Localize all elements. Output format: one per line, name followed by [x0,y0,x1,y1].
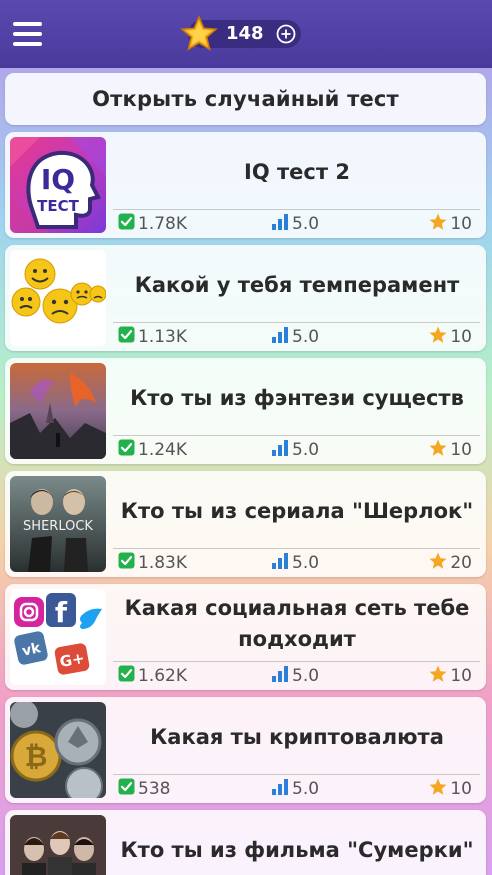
plays-value: 1.24K [138,440,187,460]
svg-text:₿: ₿ [25,740,48,773]
rating-value: 5.0 [292,214,320,234]
plays-count: 1.78K [118,213,187,235]
check-icon [118,213,138,235]
plays-value: 1.62K [138,666,187,686]
test-title[interactable]: IQ тест 2 [115,136,479,208]
test-card[interactable]: SHERLOCK Кто ты из сериала "Шерлок" 1.83… [5,471,486,577]
test-title[interactable]: Какой у тебя темперамент [115,249,479,321]
rating-value: 5.0 [292,327,320,347]
plays-count: 1.13K [118,326,187,348]
test-thumbnail-sherlock-poster[interactable]: SHERLOCK [10,476,106,572]
star-icon [429,552,450,575]
star-icon [429,326,450,349]
plays-count: 538 [118,778,170,800]
svg-text:f: f [55,596,68,629]
check-icon [118,665,138,687]
test-card[interactable]: f vk G+ Какая социальная сеть тебе подхо… [5,584,486,690]
points: 10 [429,665,472,687]
card-divider [113,774,480,775]
star-icon [180,15,218,51]
test-title[interactable]: Какая социальная сеть тебе подходит [115,588,479,660]
card-divider [113,322,480,323]
test-thumbnail-crypto-coins[interactable]: ₿ [10,702,106,798]
star-icon [429,665,450,688]
check-icon [118,552,138,574]
points: 10 [429,213,472,235]
plays-value: 538 [138,779,171,799]
card-divider [113,435,480,436]
points: 10 [429,778,472,800]
points-value: 10 [450,214,472,234]
rating-value: 5.0 [292,779,320,799]
bar-chart-icon [271,326,292,348]
bar-chart-icon [271,778,292,800]
points: 10 [429,326,472,348]
rating-value: 5.0 [292,553,320,573]
points-value: 10 [450,327,472,347]
plays-count: 1.24K [118,439,187,461]
test-card[interactable]: Кто ты из фильма "Сумерки" [5,810,486,875]
card-divider [113,661,480,662]
star-icon [429,778,450,801]
test-card[interactable]: Какой у тебя темперамент 1.13K 5.0 10 [5,245,486,351]
bar-chart-icon [271,439,292,461]
rating-value: 5.0 [292,666,320,686]
rating: 5.0 [271,326,319,348]
test-title[interactable]: Кто ты из фильма "Сумерки" [115,814,479,875]
plays-value: 1.78K [138,214,187,234]
test-card[interactable]: ₿ Какая ты криптовалюта 538 5.0 10 [5,697,486,803]
rating: 5.0 [271,213,319,235]
test-thumbnail-twilight-poster[interactable] [10,815,106,875]
top-bar: 148 [0,0,492,68]
rating: 5.0 [271,778,319,800]
points-value: 20 [450,553,472,573]
points: 10 [429,439,472,461]
points-value: 10 [450,666,472,686]
check-icon [118,326,138,348]
card-divider [113,209,480,210]
card-divider [113,548,480,549]
rating: 5.0 [271,665,319,687]
plays-value: 1.13K [138,327,187,347]
test-title[interactable]: Какая ты криптовалюта [115,701,479,773]
points-value: 10 [450,440,472,460]
plus-circle-icon[interactable] [276,24,296,44]
svg-text:SHERLOCK: SHERLOCK [23,519,93,534]
svg-text:IQ: IQ [41,163,75,196]
bar-chart-icon [271,552,292,574]
rating-value: 5.0 [292,440,320,460]
test-thumbnail-iq-head[interactable]: IQ ТЕСТ [10,137,106,233]
points-value: 10 [450,779,472,799]
bar-chart-icon [271,213,292,235]
star-icon [429,213,450,236]
test-title[interactable]: Кто ты из фэнтези существ [115,362,479,434]
test-thumbnail-smileys[interactable] [10,250,106,346]
plays-value: 1.83K [138,553,187,573]
score-value: 148 [226,23,264,44]
rating: 5.0 [271,552,319,574]
plays-count: 1.62K [118,665,187,687]
test-thumbnail-social-icons[interactable]: f vk G+ [10,589,106,685]
random-test-button[interactable]: Открыть случайный тест [5,73,486,125]
test-title[interactable]: Кто ты из сериала "Шерлок" [115,475,479,547]
test-thumbnail-fantasy-dragon[interactable] [10,363,106,459]
test-card[interactable]: IQ ТЕСТ IQ тест 2 1.78K 5.0 10 [5,132,486,238]
star-icon [429,439,450,462]
points: 20 [429,552,472,574]
rating: 5.0 [271,439,319,461]
plays-count: 1.83K [118,552,187,574]
svg-text:ТЕСТ: ТЕСТ [37,197,79,215]
check-icon [118,439,138,461]
test-card[interactable]: Кто ты из фэнтези существ 1.24K 5.0 10 [5,358,486,464]
hamburger-menu-icon[interactable] [13,22,42,46]
bar-chart-icon [271,665,292,687]
check-icon [118,778,138,800]
